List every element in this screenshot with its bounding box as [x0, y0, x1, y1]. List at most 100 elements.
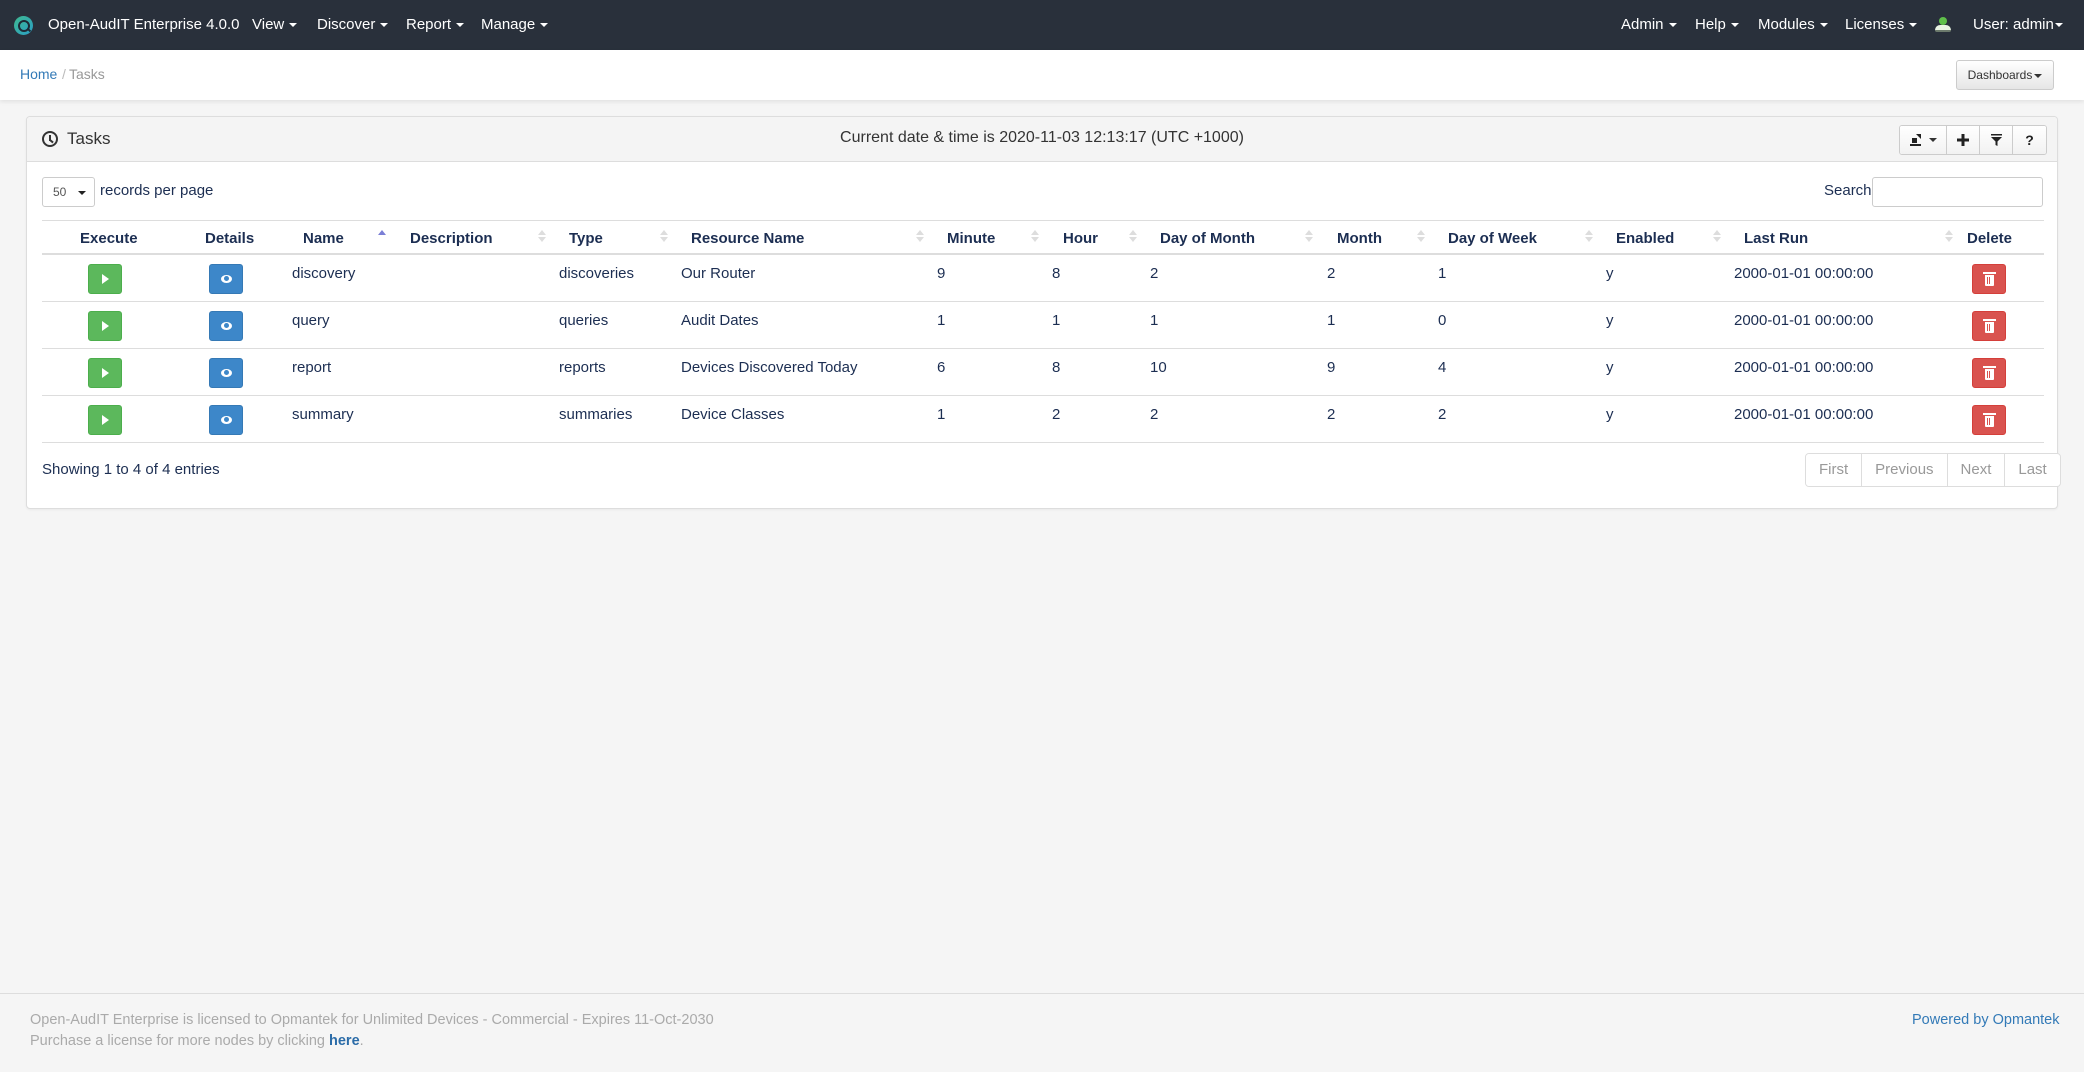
menu-admin[interactable]: Admin	[1621, 0, 1677, 50]
play-icon	[101, 274, 109, 284]
caret-down-icon	[540, 23, 549, 28]
open-audit-logo-icon[interactable]	[14, 16, 33, 35]
execute-button[interactable]	[88, 405, 122, 435]
play-icon	[101, 368, 109, 378]
search-label: Search:	[1824, 182, 1876, 199]
column-header-hour[interactable]: Hour	[1063, 230, 1098, 247]
cell-day-of-month: 2	[1150, 406, 1159, 423]
powered-by-link[interactable]: Powered by Opmantek	[1912, 1012, 2060, 1028]
cell-last-run: 2000-01-01 00:00:00	[1734, 265, 1874, 282]
cell-day-of-week: 2	[1438, 406, 1447, 423]
menu-modules[interactable]: Modules	[1758, 0, 1828, 50]
delete-button[interactable]	[1972, 358, 2006, 388]
menu-help[interactable]: Help	[1695, 0, 1739, 50]
pagination-first[interactable]: First	[1806, 454, 1863, 486]
user-status-icon[interactable]	[1934, 17, 1952, 33]
delete-button[interactable]	[1972, 311, 2006, 341]
cell-month: 2	[1327, 265, 1336, 282]
cell-hour: 8	[1052, 359, 1061, 376]
export-button[interactable]	[1900, 126, 1947, 154]
brand-link[interactable]: Open-AudIT Enterprise 4.0.0	[48, 0, 240, 50]
menu-user[interactable]: User: admin	[1973, 0, 2063, 50]
cell-last-run: 2000-01-01 00:00:00	[1734, 406, 1874, 423]
search-input[interactable]	[1872, 177, 2043, 207]
play-icon	[101, 321, 109, 331]
top-navbar: Open-AudIT Enterprise 4.0.0 View Discove…	[0, 0, 2084, 50]
cell-resource-name: Device Classes	[681, 406, 785, 423]
cell-type: discoveries	[559, 265, 635, 282]
export-icon	[1909, 134, 1921, 146]
records-per-page-select[interactable]: 50	[42, 177, 95, 207]
column-header-minute[interactable]: Minute	[947, 230, 995, 247]
menu-modules-label: Modules	[1758, 16, 1815, 33]
cell-day-of-week: 4	[1438, 359, 1447, 376]
breadcrumb-home[interactable]: Home	[20, 66, 57, 82]
cell-day-of-month: 1	[1150, 312, 1159, 329]
menu-admin-label: Admin	[1621, 16, 1664, 33]
menu-licenses[interactable]: Licenses	[1845, 0, 1918, 50]
dashboards-button[interactable]: Dashboards	[1956, 60, 2054, 90]
delete-button[interactable]	[1972, 264, 2006, 294]
cell-type: reports	[559, 359, 606, 376]
cell-minute: 1	[937, 312, 946, 329]
column-header-last-run[interactable]: Last Run	[1744, 230, 1808, 247]
sort-ascending-icon[interactable]	[378, 230, 386, 244]
sort-icon[interactable]	[1713, 230, 1721, 244]
execute-button[interactable]	[88, 358, 122, 388]
sort-icon[interactable]	[1945, 230, 1953, 244]
sort-icon[interactable]	[538, 230, 546, 244]
breadcrumb-current: Tasks	[69, 66, 105, 82]
execute-button[interactable]	[88, 311, 122, 341]
help-button[interactable]: ?	[2013, 126, 2046, 154]
pagination-last[interactable]: Last	[2005, 454, 2060, 486]
column-header-day-of-month[interactable]: Day of Month	[1160, 230, 1255, 247]
column-header-resource-name[interactable]: Resource Name	[691, 230, 804, 247]
sort-icon[interactable]	[1031, 230, 1039, 244]
execute-button[interactable]	[88, 264, 122, 294]
menu-discover[interactable]: Discover	[317, 0, 389, 50]
pagination-previous[interactable]: Previous	[1862, 454, 1948, 486]
purchase-here-link[interactable]: here	[329, 1033, 360, 1049]
trash-icon	[1982, 412, 1996, 427]
cell-name: summary	[292, 406, 354, 423]
column-header-enabled[interactable]: Enabled	[1616, 230, 1674, 247]
table-header-row: Execute Details Name Description Type Re…	[42, 220, 2044, 255]
pagination-next[interactable]: Next	[1947, 454, 2006, 486]
cell-resource-name: Devices Discovered Today	[681, 359, 858, 376]
details-button[interactable]	[209, 311, 243, 341]
caret-down-icon	[1668, 23, 1677, 28]
column-header-description[interactable]: Description	[410, 230, 493, 247]
cell-month: 1	[1327, 312, 1336, 329]
column-header-type[interactable]: Type	[569, 230, 603, 247]
filter-button[interactable]	[1980, 126, 2013, 154]
column-header-month[interactable]: Month	[1337, 230, 1382, 247]
sort-icon[interactable]	[916, 230, 924, 244]
sort-icon[interactable]	[660, 230, 668, 244]
purchase-info: Purchase a license for more nodes by cli…	[30, 1033, 364, 1049]
sort-icon[interactable]	[1417, 230, 1425, 244]
menu-report[interactable]: Report	[406, 0, 465, 50]
sort-icon[interactable]	[1305, 230, 1313, 244]
eye-icon	[220, 416, 232, 424]
cell-minute: 6	[937, 359, 946, 376]
cell-name: query	[292, 312, 330, 329]
delete-button[interactable]	[1972, 405, 2006, 435]
caret-down-icon	[456, 23, 465, 28]
cell-resource-name: Our Router	[681, 265, 756, 282]
cell-hour: 8	[1052, 265, 1061, 282]
records-per-page-label: records per page	[100, 182, 214, 199]
details-button[interactable]	[209, 358, 243, 388]
sort-icon[interactable]	[1129, 230, 1137, 244]
table-row: query queries Audit Dates 1 1 1 1 0 y 20…	[42, 302, 2044, 349]
details-button[interactable]	[209, 264, 243, 294]
menu-view[interactable]: View	[252, 0, 298, 50]
add-button[interactable]	[1947, 126, 1980, 154]
menu-manage[interactable]: Manage	[481, 0, 549, 50]
column-header-day-of-week[interactable]: Day of Week	[1448, 230, 1537, 247]
sort-icon[interactable]	[1585, 230, 1593, 244]
caret-down-icon	[1730, 23, 1739, 28]
details-button[interactable]	[209, 405, 243, 435]
column-header-name[interactable]: Name	[303, 230, 344, 247]
cell-enabled: y	[1606, 406, 1614, 423]
showing-entries-info: Showing 1 to 4 of 4 entries	[42, 461, 220, 478]
